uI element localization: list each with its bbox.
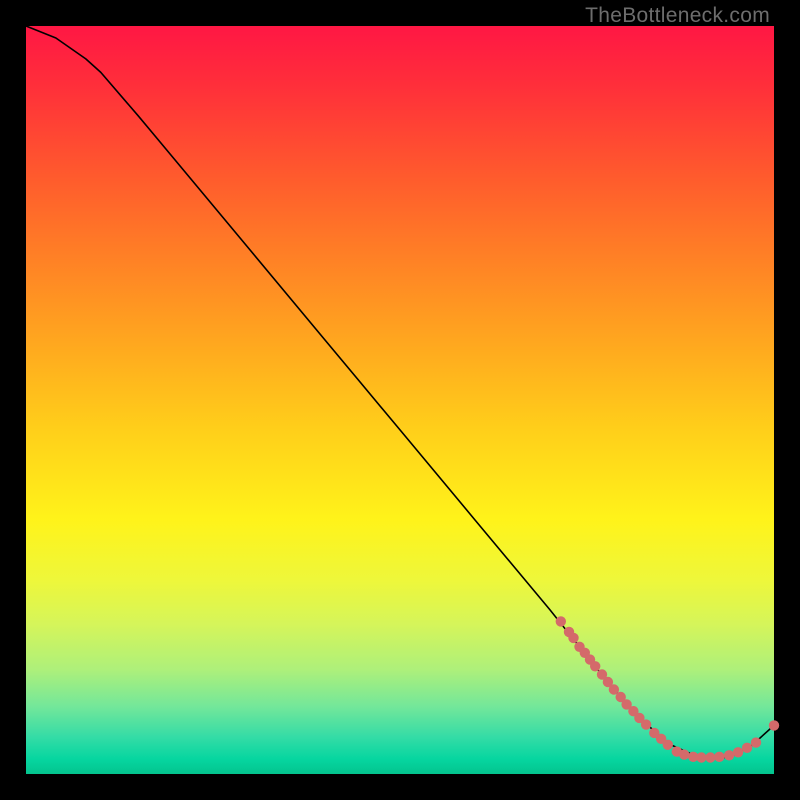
chart-marker xyxy=(568,633,578,643)
chart-marker xyxy=(696,752,706,762)
chart-marker xyxy=(641,719,651,729)
chart-plot-area xyxy=(26,26,774,774)
chart-marker xyxy=(679,749,689,759)
chart-marker xyxy=(724,750,734,760)
chart-markers xyxy=(556,616,780,763)
chart-curve xyxy=(26,26,774,758)
chart-marker xyxy=(714,752,724,762)
chart-marker xyxy=(733,747,743,757)
chart-marker xyxy=(556,616,566,626)
chart-marker xyxy=(663,740,673,750)
chart-marker xyxy=(590,661,600,671)
chart-marker xyxy=(742,743,752,753)
chart-marker xyxy=(705,752,715,762)
chart-svg xyxy=(26,26,774,774)
chart-stage: TheBottleneck.com xyxy=(0,0,800,800)
chart-marker xyxy=(751,737,761,747)
watermark-text: TheBottleneck.com xyxy=(585,4,770,28)
chart-marker xyxy=(769,720,779,730)
